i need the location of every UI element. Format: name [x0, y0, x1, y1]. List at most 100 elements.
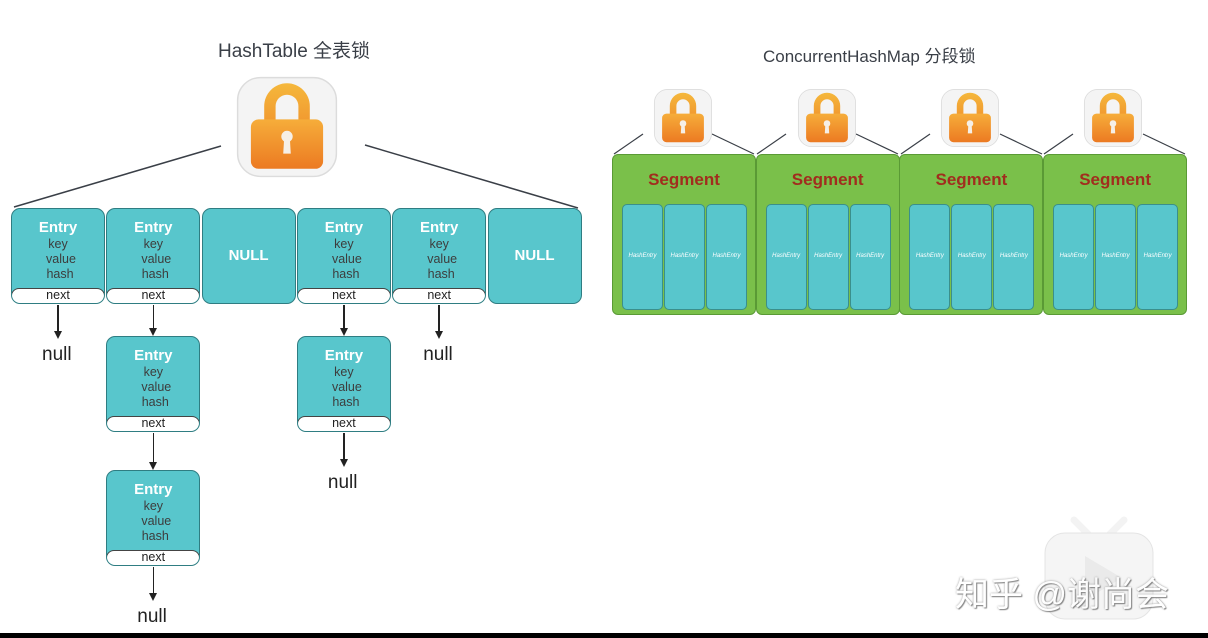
- entry-field-value: value: [141, 380, 172, 394]
- arrow-line: [152, 567, 155, 593]
- hash-entry: HashEntry: [706, 204, 747, 310]
- null-bucket: NULL: [487, 208, 582, 304]
- hash-entry: HashEntry: [951, 204, 993, 310]
- hash-entry-label: HashEntry: [1143, 253, 1172, 259]
- entry-next-pointer: next: [107, 288, 200, 303]
- hash-entry: HashEntry: [664, 204, 705, 310]
- entry-next-pointer: next: [297, 288, 390, 303]
- null-bucket-label: NULL: [228, 247, 269, 264]
- entry-name: Entry: [324, 219, 364, 236]
- arrow-line: [438, 305, 440, 331]
- hash-entry: HashEntry: [909, 204, 951, 310]
- entry-next-pointer: next: [107, 550, 200, 565]
- null-terminal: null: [423, 344, 453, 365]
- entry-next-pointer: next: [12, 288, 104, 303]
- entry-field-key: key: [143, 499, 164, 513]
- entry-name: Entry: [420, 219, 459, 236]
- null-terminal: null: [327, 472, 358, 493]
- bottom-bar: [0, 633, 1208, 638]
- segment: Segment HashEntry HashEntry HashEntry: [899, 154, 1044, 315]
- padlock-icon: [940, 88, 1000, 148]
- entry-name: Entry: [134, 481, 173, 498]
- hash-entry: HashEntry: [1053, 204, 1095, 310]
- hash-entry: HashEntry: [849, 204, 891, 310]
- connector-line: [364, 144, 579, 209]
- entry-next-pointer: next: [393, 288, 486, 303]
- hash-entry-label: HashEntry: [712, 253, 741, 259]
- entry-field-hash: hash: [46, 267, 74, 281]
- entry-field-value: value: [427, 252, 458, 266]
- entry-field-value: value: [331, 252, 362, 266]
- hash-entry: HashEntry: [807, 204, 849, 310]
- entry-name: Entry: [134, 347, 173, 364]
- segment-label: Segment: [648, 170, 720, 189]
- entry-name: Entry: [134, 219, 173, 236]
- null-terminal: null: [137, 606, 167, 627]
- entry-name: Entry: [38, 219, 78, 236]
- segment-label: Segment: [791, 170, 864, 189]
- entry-field-key: key: [334, 365, 354, 379]
- segment: Segment HashEntry HashEntry HashEntry: [612, 154, 756, 315]
- hash-entry: HashEntry: [765, 204, 807, 310]
- entry-field-key: key: [143, 365, 164, 379]
- hash-entry-label: HashEntry: [1101, 253, 1130, 259]
- entry-field-value: value: [46, 252, 76, 266]
- segment: Segment HashEntry HashEntry HashEntry: [755, 154, 900, 315]
- entry-node: Entry key value hash next: [392, 208, 487, 304]
- hash-entry-label: HashEntry: [957, 253, 986, 259]
- segment: Segment HashEntry HashEntry HashEntry: [1043, 154, 1188, 315]
- hash-entry-label: HashEntry: [1059, 253, 1088, 259]
- hash-entry-label: HashEntry: [999, 253, 1028, 259]
- entry-field-hash: hash: [332, 395, 360, 409]
- arrow-line: [343, 305, 345, 328]
- entry-node: Entry key value hash next: [106, 208, 201, 304]
- padlock-icon: [236, 76, 338, 178]
- arrow-head-icon: [149, 328, 158, 336]
- hash-entry-label: HashEntry: [915, 253, 944, 259]
- arrow-line: [152, 433, 155, 462]
- hash-entry-label: HashEntry: [856, 253, 885, 259]
- entry-node: Entry key value hash next: [106, 336, 201, 432]
- arrow-head-icon: [435, 331, 444, 339]
- arrow-head-icon: [54, 331, 62, 339]
- entry-field-key: key: [334, 237, 354, 251]
- entry-node: Entry key value hash next: [296, 208, 391, 304]
- padlock-icon: [797, 88, 857, 148]
- padlock-icon: [653, 88, 713, 148]
- arrow-line: [152, 305, 155, 328]
- null-bucket: NULL: [201, 208, 296, 304]
- arrow-head-icon: [149, 462, 158, 470]
- entry-node: Entry key value hash next: [11, 208, 105, 304]
- segment-label: Segment: [935, 170, 1008, 189]
- entry-field-value: value: [141, 252, 172, 266]
- arrow-line: [57, 305, 59, 331]
- hash-entry: HashEntry: [993, 204, 1035, 310]
- null-terminal: null: [42, 344, 72, 365]
- entry-field-key: key: [143, 237, 164, 251]
- arrow-head-icon: [339, 328, 348, 336]
- padlock-icon: [1083, 88, 1143, 148]
- entry-name: Entry: [324, 347, 364, 364]
- hash-entry: HashEntry: [622, 204, 663, 310]
- hash-entry-label: HashEntry: [628, 253, 657, 259]
- entry-field-hash: hash: [141, 529, 169, 543]
- null-bucket-label: NULL: [514, 247, 555, 264]
- hash-entry-label: HashEntry: [814, 253, 843, 259]
- entry-next-pointer: next: [297, 416, 390, 431]
- entry-next-pointer: next: [107, 416, 200, 431]
- hash-entry: HashEntry: [1095, 204, 1137, 310]
- entry-field-hash: hash: [427, 267, 455, 281]
- entry-node: Entry key value hash next: [106, 470, 201, 566]
- entry-node: Entry key value hash next: [296, 336, 391, 432]
- entry-field-hash: hash: [141, 267, 169, 281]
- entry-field-value: value: [331, 380, 362, 394]
- entry-field-key: key: [429, 237, 449, 251]
- arrow-line: [343, 433, 345, 459]
- watermark-text: 知乎 @谢尚会: [955, 576, 1169, 614]
- hash-entry: HashEntry: [1137, 204, 1179, 310]
- entry-field-value: value: [141, 514, 172, 528]
- entry-field-hash: hash: [141, 395, 169, 409]
- entry-field-key: key: [48, 237, 68, 251]
- arrow-head-icon: [339, 459, 348, 467]
- hash-entry-label: HashEntry: [670, 253, 699, 259]
